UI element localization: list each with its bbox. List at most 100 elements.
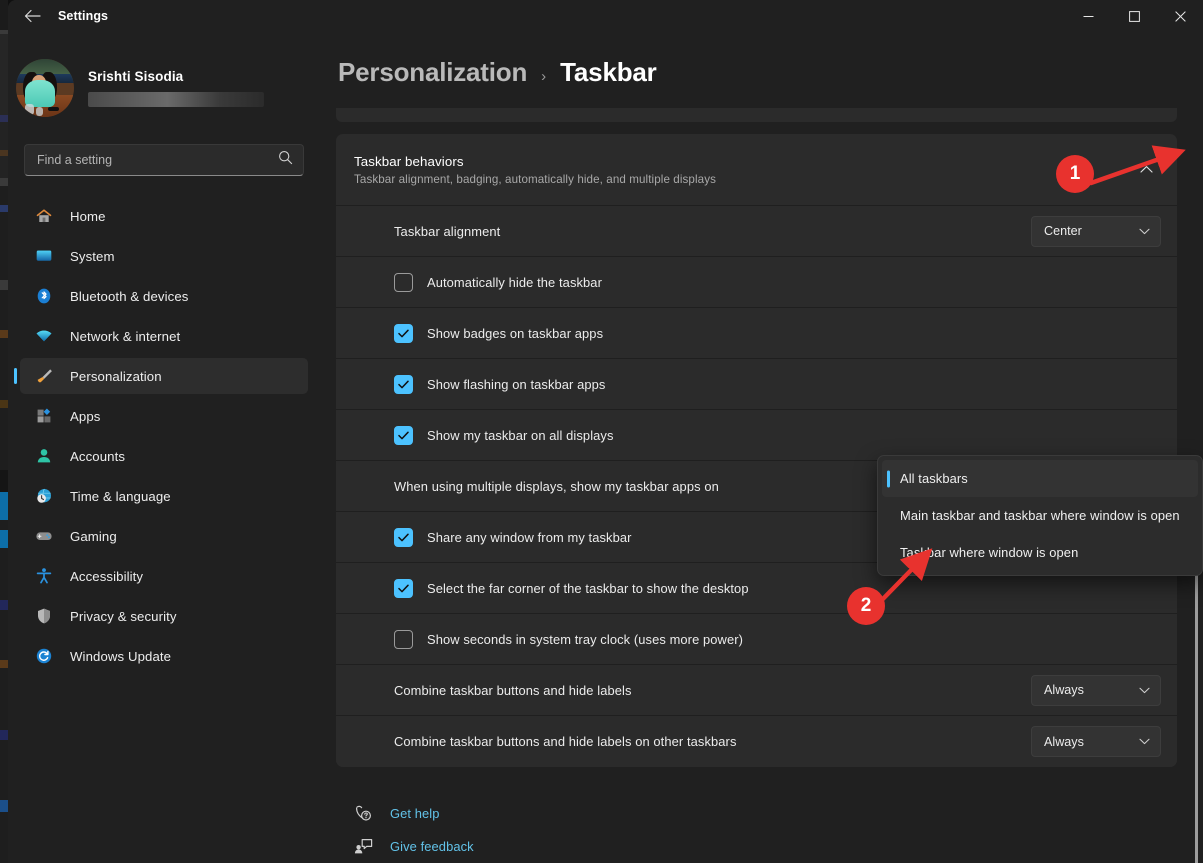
row-show-taskbar-on-all-displays[interactable]: Show my taskbar on all displays <box>336 410 1177 461</box>
flyout-option-main-taskbar-and-taskbar-where-window-is-open[interactable]: Main taskbar and taskbar where window is… <box>882 497 1198 534</box>
settings-window: Settings Srishti Sisodia Find a setting … <box>8 0 1203 863</box>
taskbar-alignment-dropdown[interactable]: Center <box>1031 215 1161 247</box>
sidebar-item-label: Gaming <box>70 528 117 544</box>
close-icon <box>1174 10 1186 22</box>
account-icon <box>34 446 54 466</box>
scrollbar-thumb[interactable] <box>1195 560 1198 863</box>
check-icon <box>398 584 409 592</box>
app-title: Settings <box>58 9 109 23</box>
checkbox-label: Select the far corner of the taskbar to … <box>427 580 749 596</box>
minimize-button[interactable] <box>1065 0 1111 32</box>
row-combine-taskbar-buttons-other-taskbars: Combine taskbar buttons and hide labels … <box>336 716 1177 767</box>
show-taskbar-all-displays-checkbox[interactable] <box>394 425 413 445</box>
row-show-seconds-system-tray-clock[interactable]: Show seconds in system tray clock (uses … <box>336 614 1177 665</box>
wifi-icon <box>34 326 54 346</box>
maximize-icon <box>1128 10 1140 22</box>
window-controls <box>1065 0 1203 32</box>
automatically-hide-taskbar-checkbox[interactable] <box>394 272 413 292</box>
back-button[interactable] <box>14 0 50 32</box>
profile-email-redacted <box>88 92 264 107</box>
help-icon <box>352 803 374 825</box>
sidebar-item-time-language[interactable]: Time & language <box>20 478 308 514</box>
row-show-badges-on-taskbar-apps[interactable]: Show badges on taskbar apps <box>336 308 1177 359</box>
chevron-up-icon[interactable] <box>1131 155 1161 185</box>
apps-icon <box>34 406 54 426</box>
page-title: Taskbar <box>560 57 657 87</box>
show-flashing-checkbox[interactable] <box>394 374 413 394</box>
checkbox-label: Show seconds in system tray clock (uses … <box>427 631 744 647</box>
share-any-window-checkbox[interactable] <box>394 527 413 547</box>
sidebar-item-label: Accounts <box>70 448 126 464</box>
close-button[interactable] <box>1157 0 1203 32</box>
row-taskbar-alignment: Taskbar alignment Center <box>336 206 1177 257</box>
row-label: Taskbar alignment <box>394 223 501 239</box>
footer-links: Get help Give feedback <box>336 767 1177 863</box>
combine-taskbar-buttons-dropdown[interactable]: Always <box>1031 674 1161 706</box>
chevron-down-icon <box>1139 738 1150 745</box>
sidebar-item-label: Privacy & security <box>70 608 177 624</box>
sidebar-item-label: Apps <box>70 408 101 424</box>
expander-subtitle: Taskbar alignment, badging, automaticall… <box>354 172 716 186</box>
sidebar-item-label: Home <box>70 208 106 224</box>
sidebar-item-system[interactable]: System <box>20 238 308 274</box>
checkbox-label: Show my taskbar on all displays <box>427 427 614 443</box>
row-combine-taskbar-buttons: Combine taskbar buttons and hide labels … <box>336 665 1177 716</box>
show-badges-checkbox[interactable] <box>394 323 413 343</box>
get-help-link[interactable]: Get help <box>352 797 440 830</box>
system-icon <box>34 246 54 266</box>
maximize-button[interactable] <box>1111 0 1157 32</box>
sidebar-item-label: Network & internet <box>70 328 181 344</box>
search-input[interactable] <box>37 153 278 167</box>
row-label: Combine taskbar buttons and hide labels <box>394 682 632 698</box>
taskbar-behaviors-expander-header[interactable]: Taskbar behaviors Taskbar alignment, bad… <box>336 134 1177 206</box>
feedback-icon <box>352 836 374 858</box>
sidebar-item-bluetooth-devices[interactable]: Bluetooth & devices <box>20 278 308 314</box>
checkbox-label: Show badges on taskbar apps <box>427 325 604 341</box>
breadcrumb-separator-icon: › <box>541 68 547 85</box>
flyout-option-all-taskbars[interactable]: All taskbars <box>882 460 1198 497</box>
user-profile[interactable]: Srishti Sisodia <box>8 32 320 124</box>
row-label: Combine taskbar buttons and hide labels … <box>394 734 737 749</box>
accessibility-icon <box>34 566 54 586</box>
sidebar-item-label: System <box>70 248 115 264</box>
sidebar-item-label: Time & language <box>70 488 171 504</box>
flyout-option-taskbar-where-window-is-open[interactable]: Taskbar where window is open <box>882 534 1198 571</box>
annotation-marker-2: 2 <box>847 587 885 625</box>
chevron-down-icon <box>1139 228 1150 234</box>
sidebar-item-windows-update[interactable]: Windows Update <box>20 638 308 674</box>
footer-link-label: Give feedback <box>390 839 474 854</box>
sidebar-item-gaming[interactable]: Gaming <box>20 518 308 554</box>
row-show-flashing-on-taskbar-apps[interactable]: Show flashing on taskbar apps <box>336 359 1177 410</box>
sidebar-item-apps[interactable]: Apps <box>20 398 308 434</box>
sidebar-item-personalization[interactable]: Personalization <box>20 358 308 394</box>
sidebar-item-network-internet[interactable]: Network & internet <box>20 318 308 354</box>
sidebar-nav: Home System Bluetooth & devices Network … <box>8 198 320 674</box>
annotation-marker-1: 1 <box>1056 155 1094 193</box>
bluetooth-icon <box>34 286 54 306</box>
title-bar: Settings <box>8 0 1203 32</box>
previous-card-partial <box>336 108 1177 122</box>
sidebar-item-label: Windows Update <box>70 648 172 664</box>
sidebar-item-accounts[interactable]: Accounts <box>20 438 308 474</box>
sidebar-item-label: Bluetooth & devices <box>70 288 189 304</box>
dropdown-value: Always <box>1044 734 1084 749</box>
sidebar-item-home[interactable]: Home <box>20 198 308 234</box>
profile-name: Srishti Sisodia <box>88 69 184 84</box>
search-box[interactable] <box>24 144 304 176</box>
check-icon <box>398 533 409 541</box>
update-icon <box>34 646 54 666</box>
shield-icon <box>34 606 54 626</box>
multiple-displays-dropdown-flyout: All taskbars Main taskbar and taskbar wh… <box>877 455 1203 576</box>
paintbrush-icon <box>34 366 54 386</box>
breadcrumb-parent-link[interactable]: Personalization <box>338 57 527 88</box>
give-feedback-link[interactable]: Give feedback <box>352 830 474 863</box>
row-automatically-hide-taskbar[interactable]: Automatically hide the taskbar <box>336 257 1177 308</box>
combine-taskbar-buttons-other-dropdown[interactable]: Always <box>1031 726 1161 757</box>
select-far-corner-checkbox[interactable] <box>394 578 413 598</box>
background-window-sliver <box>0 0 8 863</box>
check-icon <box>398 431 409 439</box>
show-seconds-checkbox[interactable] <box>394 629 413 649</box>
sidebar-item-privacy-security[interactable]: Privacy & security <box>20 598 308 634</box>
sidebar-item-accessibility[interactable]: Accessibility <box>20 558 308 594</box>
chevron-down-icon <box>1139 687 1150 693</box>
